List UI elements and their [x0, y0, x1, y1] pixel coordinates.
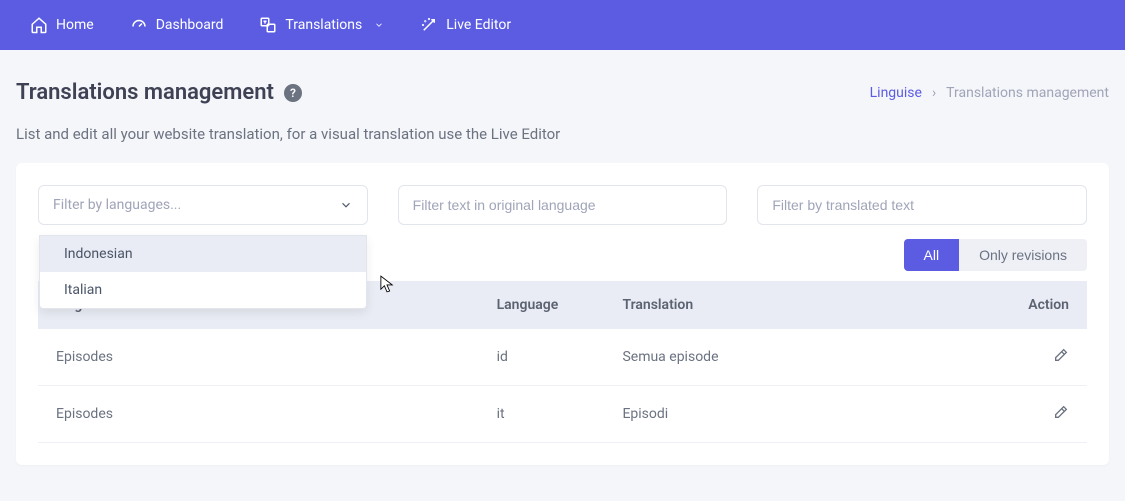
page-subtitle: List and edit all your website translati…	[0, 115, 1125, 163]
page-header: Translations management ? Linguise › Tra…	[0, 50, 1125, 115]
cell-action	[1003, 386, 1087, 443]
dropdown-item-indonesian[interactable]: Indonesian	[40, 236, 366, 272]
chevron-down-icon	[339, 198, 353, 212]
toggle-all[interactable]: All	[904, 239, 960, 271]
translate-icon	[259, 16, 277, 34]
cell-language: id	[479, 329, 605, 386]
filter-original-input[interactable]	[413, 197, 713, 213]
cell-language: it	[479, 386, 605, 443]
nav-live-editor-label: Live Editor	[446, 17, 511, 33]
filter-original-text[interactable]	[398, 185, 728, 225]
nav-home-label: Home	[56, 17, 94, 33]
filter-language-select[interactable]: Filter by languages... Indonesian Italia…	[38, 185, 368, 225]
cell-original: Episodes	[38, 386, 479, 443]
breadcrumb-root[interactable]: Linguise	[870, 85, 922, 101]
col-action: Action	[1003, 281, 1087, 329]
col-translation: Translation	[604, 281, 1003, 329]
chevron-down-icon	[374, 20, 384, 30]
view-toggle: All Only revisions	[904, 239, 1087, 271]
nav-dashboard[interactable]: Dashboard	[112, 0, 242, 50]
breadcrumb-separator: ›	[932, 85, 936, 101]
filter-translated-input[interactable]	[772, 197, 1072, 213]
cell-action	[1003, 329, 1087, 386]
cell-translation: Semua episode	[604, 329, 1003, 386]
cell-translation: Episodi	[604, 386, 1003, 443]
nav-translations[interactable]: Translations	[241, 0, 402, 50]
top-nav: Home Dashboard Translations Live Editor	[0, 0, 1125, 50]
help-icon[interactable]: ?	[284, 84, 302, 102]
col-language: Language	[479, 281, 605, 329]
dropdown-item-italian[interactable]: Italian	[40, 272, 366, 308]
nav-home[interactable]: Home	[12, 0, 112, 50]
breadcrumb: Linguise › Translations management	[870, 85, 1109, 101]
language-dropdown: Indonesian Italian	[39, 235, 367, 309]
page-title: Translations management ?	[16, 80, 302, 105]
table-row: Episodes it Episodi	[38, 386, 1087, 443]
table-row: Episodes id Semua episode	[38, 329, 1087, 386]
gauge-icon	[130, 16, 148, 34]
nav-live-editor[interactable]: Live Editor	[402, 0, 529, 50]
edit-icon[interactable]	[1053, 347, 1069, 363]
nav-dashboard-label: Dashboard	[156, 17, 224, 33]
breadcrumb-current: Translations management	[946, 85, 1109, 101]
filter-language-placeholder: Filter by languages...	[53, 197, 339, 213]
toggle-only-revisions[interactable]: Only revisions	[959, 239, 1087, 271]
filter-translated-text[interactable]	[757, 185, 1087, 225]
page-title-text: Translations management	[16, 80, 274, 105]
nav-translations-label: Translations	[285, 17, 362, 33]
home-icon	[30, 16, 48, 34]
wand-icon	[420, 16, 438, 34]
cell-original: Episodes	[38, 329, 479, 386]
main-card: Filter by languages... Indonesian Italia…	[16, 163, 1109, 465]
edit-icon[interactable]	[1053, 404, 1069, 420]
filters-row: Filter by languages... Indonesian Italia…	[38, 185, 1087, 225]
